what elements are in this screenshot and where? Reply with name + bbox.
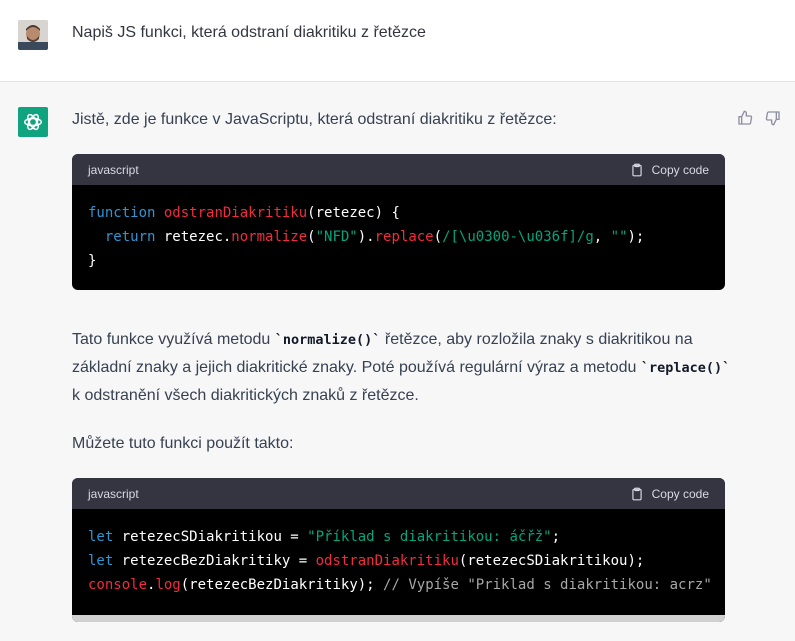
thumbs-down-icon[interactable] (765, 110, 781, 126)
code-content: function odstranDiakritiku(retezec) { re… (72, 185, 725, 289)
assistant-explanation-text: Tato funkce využívá metodu `normalize()`… (72, 331, 731, 404)
inline-code-replace: `replace()` (640, 360, 731, 376)
user-avatar (18, 20, 48, 50)
code-block-header: javascript Copy code (72, 478, 725, 509)
code-language-label: javascript (88, 486, 139, 501)
code-line: let retezecBezDiakritiky = odstranDiakri… (88, 553, 645, 569)
code-block-1: javascript Copy code function odstranDia… (72, 154, 725, 290)
code-line: let retezecSDiakritikou = "Příklad s dia… (88, 529, 561, 545)
copy-code-button[interactable]: Copy code (630, 487, 709, 501)
user-message-row: Napiš JS funkci, která odstraní diakriti… (0, 0, 795, 82)
code-language-label: javascript (88, 162, 139, 177)
code-block-header: javascript Copy code (72, 154, 725, 185)
code-line: } (88, 253, 97, 269)
copy-code-label: Copy code (651, 486, 709, 501)
thumbs-up-icon[interactable] (737, 110, 753, 126)
assistant-usage-text: Můžete tuto funkci použít takto: (72, 435, 294, 452)
code-line: function odstranDiakritiku(retezec) { (88, 205, 400, 221)
chatgpt-logo-icon (18, 107, 48, 137)
user-message-text: Napiš JS funkci, která odstraní diakriti… (72, 24, 426, 41)
horizontal-scrollbar[interactable] (72, 615, 725, 622)
code-line: return retezec.normalize("NFD").replace(… (104, 229, 645, 245)
assistant-intro-text: Jistě, zde je funkce v JavaScriptu, kter… (72, 111, 557, 128)
copy-code-button[interactable]: Copy code (630, 163, 709, 177)
inline-code-normalize: `normalize()` (274, 332, 381, 348)
assistant-message-row: Jistě, zde je funkce v JavaScriptu, kter… (0, 82, 795, 641)
code-block-2: javascript Copy code let retezecSDiakrit… (72, 478, 725, 622)
code-line: console.log(retezecBezDiakritiky); // Vy… (88, 577, 712, 593)
code-content: let retezecSDiakritikou = "Příklad s dia… (72, 509, 725, 613)
clipboard-icon (631, 487, 642, 500)
clipboard-icon (631, 163, 642, 176)
copy-code-label: Copy code (651, 162, 709, 177)
